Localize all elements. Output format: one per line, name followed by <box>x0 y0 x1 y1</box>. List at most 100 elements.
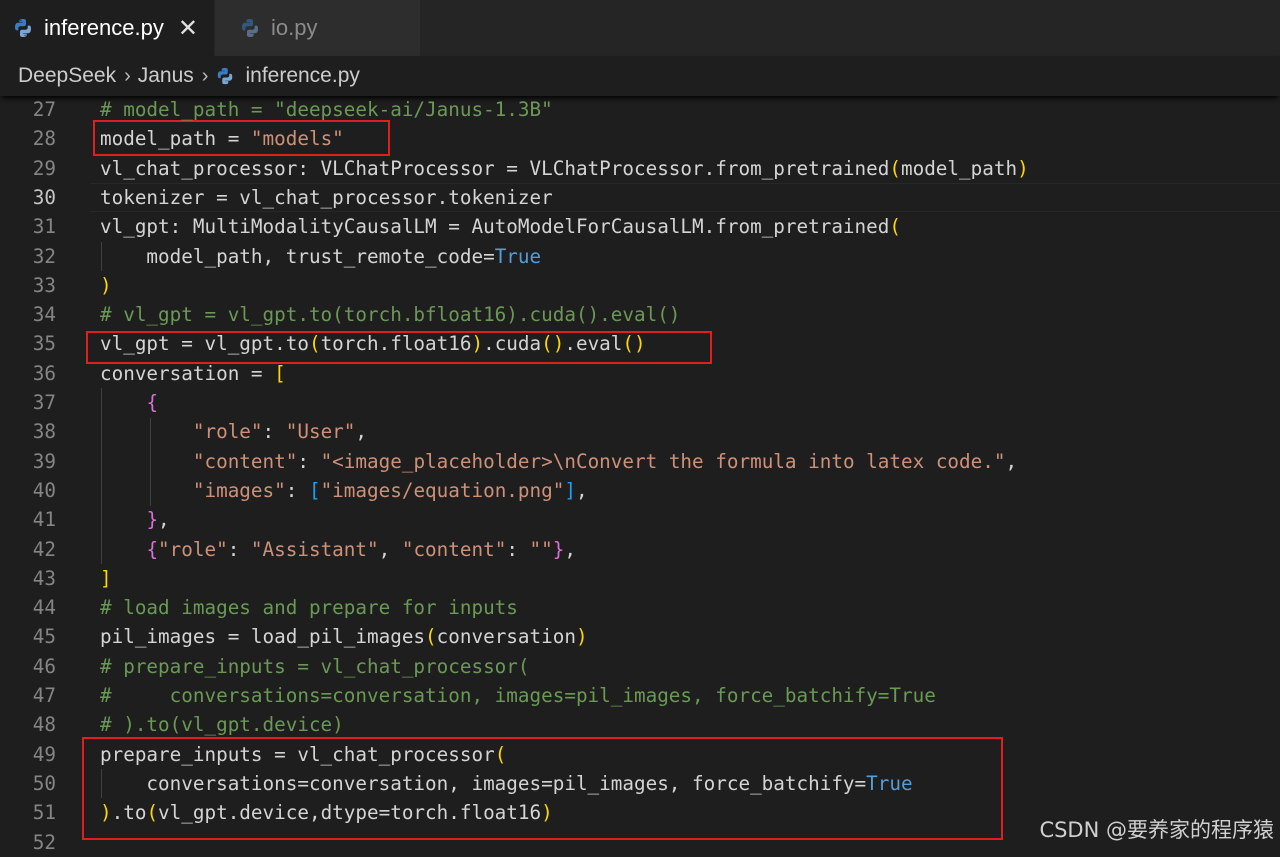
line-number: 42 <box>32 537 56 561</box>
code-line[interactable]: 28 model_path = "models" <box>0 124 1280 153</box>
code-line[interactable]: 32 model_path, trust_remote_code=True <box>0 242 1280 271</box>
line-number: 38 <box>32 420 56 444</box>
line-number: 47 <box>32 684 56 707</box>
code-line[interactable]: 29 vl_chat_processor: VLChatProcessor = V… <box>0 154 1280 183</box>
code-token: conversations=conversation, images=pil_i… <box>100 771 867 795</box>
code-token: } <box>552 537 565 561</box>
code-line[interactable]: 30 tokenizer = vl_chat_processor.tokenize… <box>0 183 1280 212</box>
code-token: ( <box>146 801 159 825</box>
breadcrumb-file-label: inference.py <box>245 64 360 87</box>
line-number: 29 <box>32 156 56 180</box>
code-token: True <box>494 244 542 268</box>
code-text: # vl_gpt = vl_gpt.to(torch.bfloat16).cud… <box>100 300 680 329</box>
code-token: ( <box>308 332 321 356</box>
code-token: conversation = <box>100 361 275 385</box>
code-token: .to <box>111 801 147 825</box>
code-line[interactable]: 33) <box>0 271 1280 300</box>
code-token: { <box>146 537 159 561</box>
line-number: 50 <box>32 771 56 795</box>
code-token: ) <box>100 273 112 297</box>
tab-inference-py[interactable]: inference.py ✕ <box>0 0 214 56</box>
code-token: "<image_placeholder>\nConvert the formul… <box>320 449 1006 473</box>
tab-io-py[interactable]: io.py <box>214 0 420 56</box>
code-line[interactable]: 39 "content": "<image_placeholder>\nConv… <box>0 447 1280 476</box>
code-line[interactable]: 48 # ).to(vl_gpt.device) <box>0 710 1280 739</box>
line-number: 39 <box>32 449 56 473</box>
code-token: vl_gpt = vl_gpt.to <box>100 332 309 356</box>
code-token: # prepare_inputs = vl_chat_processor( <box>100 654 530 678</box>
breadcrumb-item-deepseek[interactable]: DeepSeek <box>18 64 116 88</box>
close-icon[interactable]: ✕ <box>178 14 198 43</box>
code-line[interactable]: 49 prepare_inputs = vl_chat_processor( <box>0 740 1280 769</box>
code-text: "images": ["images/equation.png"], <box>100 476 588 505</box>
code-token: model_path <box>900 156 1018 180</box>
code-token: "images/equation.png" <box>320 478 565 502</box>
line-number: 31 <box>32 215 56 239</box>
code-token: , <box>158 508 170 532</box>
code-token: "role" <box>158 537 228 561</box>
code-line[interactable]: 47 # conversations=conversation, images=p… <box>0 681 1280 710</box>
code-text: # prepare_inputs = vl_chat_processor( <box>100 652 530 681</box>
breadcrumb-item-janus[interactable]: Janus <box>138 64 194 88</box>
code-text: { <box>100 388 158 417</box>
code-token: : <box>297 449 321 473</box>
code-text: model_path = "models" <box>100 124 344 153</box>
code-line[interactable]: 27 # model_path = "deepseek-ai/Janus-1.3B… <box>0 95 1280 124</box>
code-token: "Assistant" <box>250 537 379 561</box>
line-number: 34 <box>32 303 56 327</box>
line-number: 44 <box>32 596 56 620</box>
code-token: , <box>1005 449 1018 473</box>
code-text: conversations=conversation, images=pil_i… <box>100 769 912 798</box>
code-token: ) <box>575 625 588 649</box>
python-icon <box>215 66 235 86</box>
tab-label: io.py <box>271 15 318 40</box>
code-token: "content" <box>192 449 298 473</box>
code-line[interactable]: 34 # vl_gpt = vl_gpt.to(torch.bfloat16).c… <box>0 300 1280 329</box>
code-line[interactable]: 31 vl_gpt: MultiModalityCausalLM = AutoMo… <box>0 212 1280 241</box>
code-token: prepare_inputs = vl_chat_processor <box>100 742 495 766</box>
code-token: , <box>575 478 588 502</box>
code-token: # model_path = "deepseek-ai/Janus-1.3B" <box>100 98 553 121</box>
code-token: # conversations=conversation, images=pil… <box>100 684 936 707</box>
code-token: ) <box>471 332 484 356</box>
line-number: 37 <box>32 391 56 414</box>
code-text: "role": "User", <box>100 417 367 446</box>
code-line[interactable]: 43] <box>0 564 1280 593</box>
code-text: prepare_inputs = vl_chat_processor( <box>100 740 506 769</box>
code-line[interactable]: 38 "role": "User", <box>0 417 1280 446</box>
code-token: ( <box>494 742 507 766</box>
code-line[interactable]: 41 }, <box>0 505 1280 534</box>
code-line[interactable]: 40 "images": ["images/equation.png"], <box>0 476 1280 505</box>
chevron-right-icon: › <box>201 64 209 87</box>
code-text: "content": "<image_placeholder>\nConvert… <box>100 447 1017 476</box>
code-text: # model_path = "deepseek-ai/Janus-1.3B" <box>100 95 553 124</box>
code-line[interactable]: 35 vl_gpt = vl_gpt.to(torch.float16).cuda… <box>0 329 1280 358</box>
code-line[interactable]: 46 # prepare_inputs = vl_chat_processor( <box>0 652 1280 681</box>
code-token: "content" <box>401 537 507 561</box>
code-line[interactable]: 42 {"role": "Assistant", "content": ""}, <box>0 535 1280 564</box>
code-token: { <box>146 391 159 414</box>
code-line[interactable]: 45 pil_images = load_pil_images(conversat… <box>0 622 1280 651</box>
code-line[interactable]: 37 { <box>0 388 1280 417</box>
code-token: : <box>262 420 286 444</box>
code-token: : <box>506 537 530 561</box>
line-number: 43 <box>32 566 56 590</box>
python-icon <box>239 17 261 39</box>
code-token: ] <box>564 478 576 502</box>
code-text: tokenizer = vl_chat_processor.tokenizer <box>100 183 553 212</box>
code-line[interactable]: 44 # load images and prepare for inputs <box>0 593 1280 622</box>
code-token: ( <box>425 625 437 649</box>
code-token: vl_gpt.device,dtype=torch.float16 <box>158 801 542 825</box>
code-line[interactable]: 36 conversation = [ <box>0 359 1280 388</box>
line-number: 32 <box>32 244 56 268</box>
code-editor[interactable]: 27 # model_path = "deepseek-ai/Janus-1.3B… <box>0 95 1280 854</box>
code-token: } <box>146 508 159 532</box>
code-line[interactable]: 50 conversations=conversation, images=pi… <box>0 769 1280 798</box>
tab-label: inference.py <box>44 15 164 40</box>
code-text: vl_gpt: MultiModalityCausalLM = AutoMode… <box>100 212 901 241</box>
code-text: # conversations=conversation, images=pil… <box>100 681 936 710</box>
breadcrumb-item-file[interactable]: inference.py <box>215 64 360 88</box>
code-token: ) <box>100 801 112 825</box>
